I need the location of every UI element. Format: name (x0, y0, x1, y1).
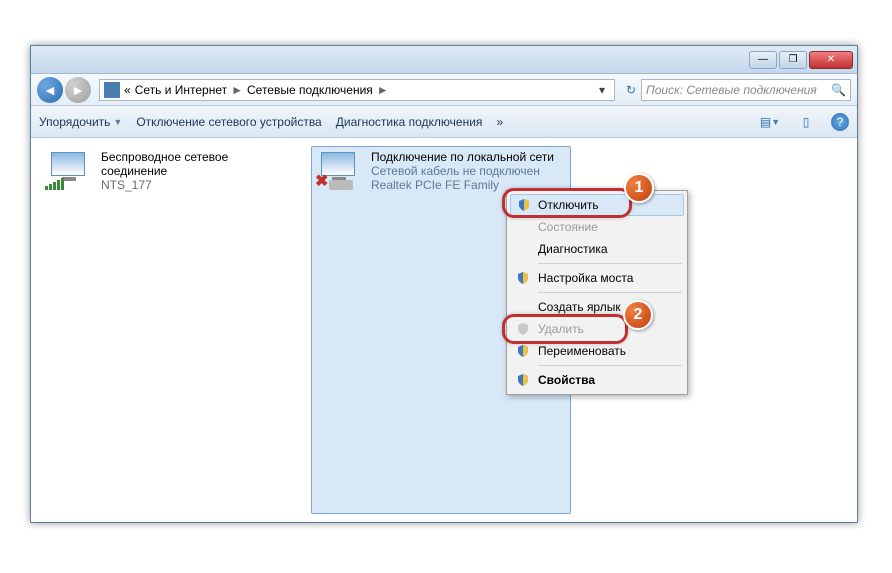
minimize-button[interactable]: — (749, 51, 777, 69)
breadcrumb-sep: ► (231, 83, 243, 97)
ctx-disable-label: Отключить (538, 198, 599, 212)
help-button[interactable]: ? (831, 113, 849, 131)
ctx-rename-label: Переименовать (538, 344, 626, 358)
forward-button[interactable]: ► (65, 77, 91, 103)
maximize-button[interactable]: ❐ (779, 51, 807, 69)
shield-icon (517, 198, 531, 212)
ctx-delete-label: Удалить (538, 322, 584, 336)
ctx-diagnose[interactable]: Диагностика (510, 238, 684, 260)
ctx-shortcut-label: Создать ярлык (538, 300, 621, 314)
organize-label: Упорядочить (39, 115, 110, 129)
lan-connection-icon: ✖ (315, 150, 363, 190)
command-bar: Упорядочить ▼ Отключение сетевого устрой… (31, 106, 857, 138)
shield-icon (516, 322, 530, 336)
ctx-status-label: Состояние (538, 220, 598, 234)
location-icon (104, 82, 120, 98)
ctx-properties-label: Свойства (538, 373, 595, 387)
menu-separator (538, 292, 682, 293)
connection-title: Беспроводное сетевое соединение (101, 150, 297, 178)
ctx-delete: Удалить (510, 318, 684, 340)
breadcrumb-sep: ► (377, 83, 389, 97)
ctx-shortcut[interactable]: Создать ярлык (510, 296, 684, 318)
ctx-bridge[interactable]: Настройка моста (510, 267, 684, 289)
annotation-badge-1: 1 (624, 173, 654, 203)
ctx-properties[interactable]: Свойства (510, 369, 684, 391)
shield-icon (516, 373, 530, 387)
search-input[interactable]: Поиск: Сетевые подключения 🔍 (641, 79, 851, 101)
search-placeholder: Поиск: Сетевые подключения (646, 83, 817, 97)
breadcrumb[interactable]: « Сеть и Интернет ► Сетевые подключения … (99, 79, 615, 101)
titlebar: — ❐ ✕ (31, 46, 857, 74)
explorer-window: — ❐ ✕ ◄ ► « Сеть и Интернет ► Сетевые по… (30, 45, 858, 523)
breadcrumb-laquo: « (124, 83, 131, 97)
connection-status: Сетевой кабель не подключен (371, 164, 554, 178)
overflow-button[interactable]: » (496, 115, 503, 129)
menu-separator (538, 263, 682, 264)
search-icon: 🔍 (831, 83, 846, 97)
wifi-connection-icon (45, 150, 93, 190)
connection-item-wifi[interactable]: Беспроводное сетевое соединение NTS_177 (41, 146, 301, 514)
breadcrumb-item-network[interactable]: Сеть и Интернет (135, 83, 227, 97)
organize-menu[interactable]: Упорядочить ▼ (39, 115, 122, 129)
refresh-button[interactable]: ↻ (621, 83, 641, 97)
close-button[interactable]: ✕ (809, 51, 853, 69)
ctx-disable[interactable]: Отключить (510, 194, 684, 216)
menu-separator (538, 365, 682, 366)
context-menu: Отключить Состояние Диагностика Настройк… (506, 190, 688, 395)
breadcrumb-item-connections[interactable]: Сетевые подключения (247, 83, 373, 97)
connection-text: Беспроводное сетевое соединение NTS_177 (101, 150, 297, 510)
back-button[interactable]: ◄ (37, 77, 63, 103)
preview-pane-button[interactable]: ▯ (795, 111, 817, 133)
disable-device-button[interactable]: Отключение сетевого устройства (136, 115, 321, 129)
shield-icon (516, 344, 530, 358)
content-area: Беспроводное сетевое соединение NTS_177 … (31, 138, 857, 522)
ctx-bridge-label: Настройка моста (538, 271, 633, 285)
ctx-status: Состояние (510, 216, 684, 238)
chevron-down-icon: ▼ (771, 117, 780, 127)
diagnose-button[interactable]: Диагностика подключения (336, 115, 483, 129)
shield-icon (516, 271, 530, 285)
chevron-down-icon: ▼ (113, 117, 122, 127)
navigation-bar: ◄ ► « Сеть и Интернет ► Сетевые подключе… (31, 74, 857, 106)
view-options-button[interactable]: ▤ ▼ (759, 111, 781, 133)
view-icon: ▤ (760, 115, 771, 129)
annotation-badge-2: 2 (623, 300, 653, 330)
connection-device: NTS_177 (101, 178, 297, 192)
breadcrumb-dropdown[interactable]: ▾ (594, 83, 610, 97)
ctx-rename[interactable]: Переименовать (510, 340, 684, 362)
connection-title: Подключение по локальной сети (371, 150, 554, 164)
ctx-diagnose-label: Диагностика (538, 242, 608, 256)
